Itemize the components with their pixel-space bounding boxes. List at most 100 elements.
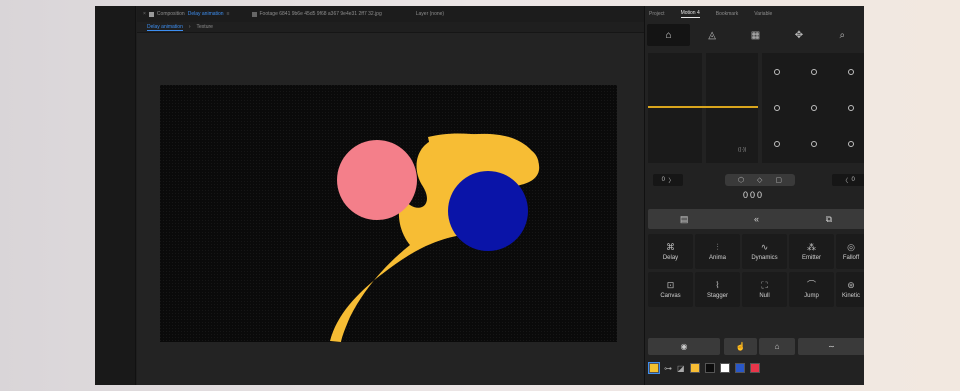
tool-anima[interactable]: ⫶ Anima [695, 234, 740, 269]
composition-icon [148, 11, 154, 17]
tool-label: Falloff [842, 254, 860, 261]
menu-icon[interactable]: ≡ [227, 11, 230, 17]
ease-in-value: 0 [661, 177, 665, 183]
anchor-dot[interactable] [774, 105, 780, 111]
anima-icon: ⫶ [716, 241, 719, 252]
tool-dynamics[interactable]: ∿ Dynamics [742, 234, 787, 269]
canvas-icon: ⊡ [666, 279, 675, 290]
home-icon[interactable]: ⌂ [647, 24, 691, 46]
composition-header: × Composition Delay animation ≡ Footage … [137, 6, 644, 22]
tool-null[interactable]: ⛶ Null [742, 272, 787, 307]
footage-label[interactable]: Footage 6841 9b6e 45d5 9f68 a367 9e4e31 … [260, 11, 382, 17]
swatch-gold[interactable] [648, 362, 660, 374]
color-swatches: ⊶ ◪ [648, 362, 760, 374]
swatch-yellow[interactable] [689, 363, 700, 373]
left-sidebar [95, 6, 136, 385]
rewind-icon[interactable]: « [720, 214, 792, 224]
tab-project[interactable]: Project [649, 11, 665, 17]
footage-icon [251, 11, 257, 17]
layer-icon[interactable]: ▤ [648, 214, 720, 225]
falloff-icon: ◎ [847, 241, 855, 252]
swatch-black[interactable] [704, 363, 715, 373]
anchor-dot[interactable] [848, 105, 854, 111]
graph-curve [648, 106, 758, 108]
composition-title: Composition [156, 11, 185, 17]
graph-editor[interactable]: ((·)) [648, 53, 758, 163]
swatch-blue[interactable] [734, 363, 745, 373]
tool-label: Stagger [706, 292, 728, 299]
app-window: × Composition Delay animation ≡ Footage … [95, 6, 864, 385]
layer-label[interactable]: Layer (none) [416, 11, 444, 17]
anchor-dot[interactable] [811, 141, 817, 147]
blue-circle [448, 171, 528, 251]
drop-icon[interactable]: ◬ [690, 24, 733, 46]
tab-delay-animation[interactable]: Delay animation [147, 24, 183, 31]
tool-canvas[interactable]: ⊡ Canvas [648, 272, 693, 307]
search-icon[interactable]: ⌕ [821, 24, 864, 46]
ease-hex-icon[interactable]: ⬡ [738, 176, 744, 184]
palette-icon[interactable]: ◪ [677, 364, 685, 373]
tab-variable[interactable]: Variable [754, 11, 772, 17]
ease-diamond-icon[interactable]: ◇ [757, 176, 762, 184]
tab-motion[interactable]: Motion 4 [680, 10, 700, 18]
tab-bookmark[interactable]: Bookmark [716, 11, 739, 17]
link-icon[interactable]: ⧉ [793, 214, 864, 225]
mode-bar: ▤ « ⧉ [648, 209, 864, 229]
swatch-white[interactable] [719, 363, 730, 373]
dynamics-icon: ∿ [760, 241, 769, 252]
grid-icon[interactable]: ▦ [734, 24, 777, 46]
anchor-dot[interactable] [811, 69, 817, 75]
tab-texture[interactable]: Texture [197, 24, 213, 30]
tool-label: Null [759, 292, 770, 299]
tool-label: Canvas [660, 292, 681, 299]
composition-name[interactable]: Delay animation [188, 11, 224, 17]
touch-icon[interactable]: ☝ [724, 338, 757, 355]
ease-out-value: 0 [851, 177, 855, 183]
motion-panel: Project Motion 4 Bookmark Variable ⌂ ◬ ▦… [644, 6, 864, 385]
close-icon[interactable]: × [143, 11, 146, 17]
house-icon[interactable]: ⌂ [759, 338, 795, 355]
tool-kinetic[interactable]: ⊛ Kinetic [836, 272, 864, 307]
ease-square-icon[interactable]: ▢ [775, 176, 782, 184]
tool-label: Dynamics [751, 254, 778, 261]
tool-label: Kinetic [841, 292, 860, 299]
tool-delay[interactable]: ⌘ Delay [648, 234, 693, 269]
composition-panel: × Composition Delay animation ≡ Footage … [137, 6, 644, 385]
anchor-dot[interactable] [848, 69, 854, 75]
composition-canvas[interactable] [160, 85, 617, 342]
anchor-dot[interactable] [848, 141, 854, 147]
curve-icon[interactable]: ∼ [798, 338, 864, 355]
ease-presets[interactable]: ⬡ ◇ ▢ [725, 174, 795, 186]
anchor-dot[interactable] [811, 105, 817, 111]
toolbar: ⌂ ◬ ▦ ✥ ⌕ [647, 24, 864, 48]
tool-falloff[interactable]: ◎ Falloff [836, 234, 864, 269]
anchor-dot[interactable] [774, 69, 780, 75]
tool-label: Emitter [801, 254, 821, 261]
tool-jump[interactable]: ⌒ Jump [789, 272, 834, 307]
pink-circle [337, 140, 417, 220]
tab-separator: › [188, 24, 191, 30]
graph-pane-left [648, 53, 702, 163]
kinetic-icon: ⊛ [847, 279, 855, 290]
anchor-dot[interactable] [774, 141, 780, 147]
eye-icon[interactable]: ◉ [648, 338, 720, 355]
tool-stagger[interactable]: ⌇ Stagger [695, 272, 740, 307]
move-icon[interactable]: ✥ [777, 24, 820, 46]
stagger-icon: ⌇ [715, 279, 720, 290]
signal-icon: ((·)) [738, 147, 747, 153]
ease-in-field[interactable]: 0 〉 [653, 174, 683, 186]
swatch-red[interactable] [749, 363, 760, 373]
delay-icon: ⌘ [666, 241, 675, 252]
canvas-artwork [160, 85, 617, 342]
ease-out-field[interactable]: 〈 0 [832, 174, 864, 186]
tool-label: Delay [662, 254, 679, 261]
tool-emitter[interactable]: ⁂ Emitter [789, 234, 834, 269]
ease-value: 000 [743, 190, 765, 200]
null-icon: ⛶ [761, 279, 768, 290]
jump-icon: ⌒ [806, 279, 816, 290]
link-colors-icon[interactable]: ⊶ [664, 364, 672, 373]
graph-pane-right [706, 53, 758, 163]
anchor-grid [762, 53, 864, 163]
panel-tabs: Project Motion 4 Bookmark Variable [645, 6, 864, 22]
tool-label: Anima [708, 254, 726, 261]
